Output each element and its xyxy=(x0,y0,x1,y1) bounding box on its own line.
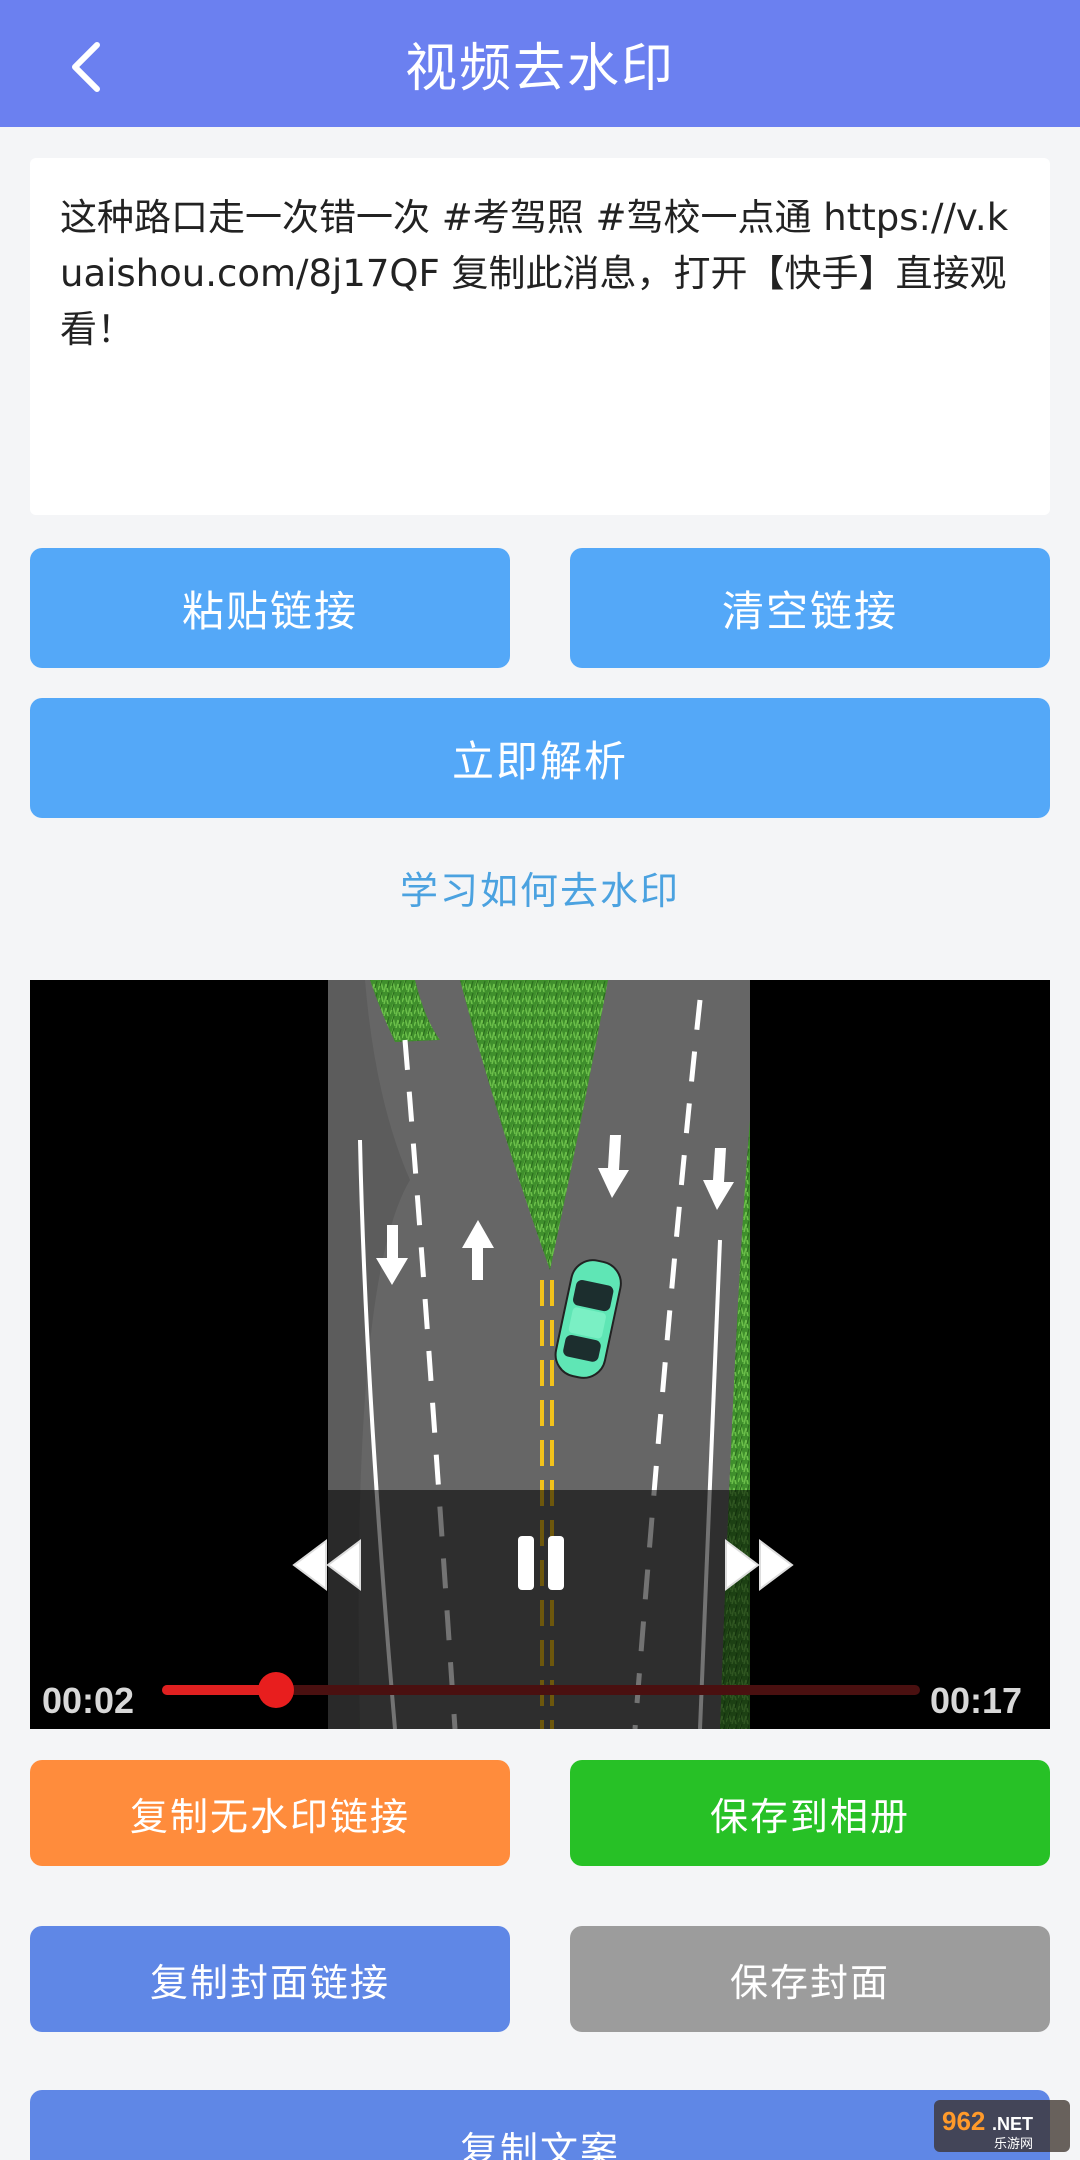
svg-text:962: 962 xyxy=(942,2106,985,2136)
copy-cover-link-button[interactable]: 复制封面链接 xyxy=(30,1926,510,2032)
video-frame xyxy=(30,980,1050,1729)
chevron-left-icon xyxy=(72,42,100,92)
app-header: 视频去水印 xyxy=(0,0,1080,127)
link-input[interactable]: 这种路口走一次错一次 #考驾照 #驾校一点通 https://v.kuaisho… xyxy=(30,158,1050,515)
save-to-album-button[interactable]: 保存到相册 xyxy=(570,1760,1050,1866)
copy-text-button[interactable]: 复制文案 xyxy=(30,2090,1050,2160)
page-title: 视频去水印 xyxy=(404,39,675,99)
save-cover-button[interactable]: 保存封面 xyxy=(570,1926,1050,2032)
learn-remove-watermark-link[interactable]: 学习如何去水印 xyxy=(0,860,1080,915)
rewind-button[interactable] xyxy=(288,1535,368,1595)
pause-button[interactable] xyxy=(508,1528,574,1598)
copy-no-watermark-link-button[interactable]: 复制无水印链接 xyxy=(30,1760,510,1866)
fast-forward-button[interactable] xyxy=(718,1535,798,1595)
clear-link-button[interactable]: 清空链接 xyxy=(570,548,1050,668)
progress-thumb[interactable] xyxy=(257,1672,294,1708)
progress-bar[interactable] xyxy=(162,1672,920,1708)
parse-button[interactable]: 立即解析 xyxy=(30,698,1050,818)
back-button[interactable] xyxy=(40,22,130,112)
video-player[interactable]: 00:02 00:17 xyxy=(30,980,1050,1729)
duration: 00:17 xyxy=(930,1680,1023,1721)
site-watermark-logo: 962 .NET 乐游网 xyxy=(934,2100,1070,2152)
current-time: 00:02 xyxy=(42,1680,135,1721)
paste-link-button[interactable]: 粘贴链接 xyxy=(30,548,510,668)
svg-text:乐游网: 乐游网 xyxy=(994,2137,1033,2152)
svg-text:.NET: .NET xyxy=(992,2114,1033,2134)
